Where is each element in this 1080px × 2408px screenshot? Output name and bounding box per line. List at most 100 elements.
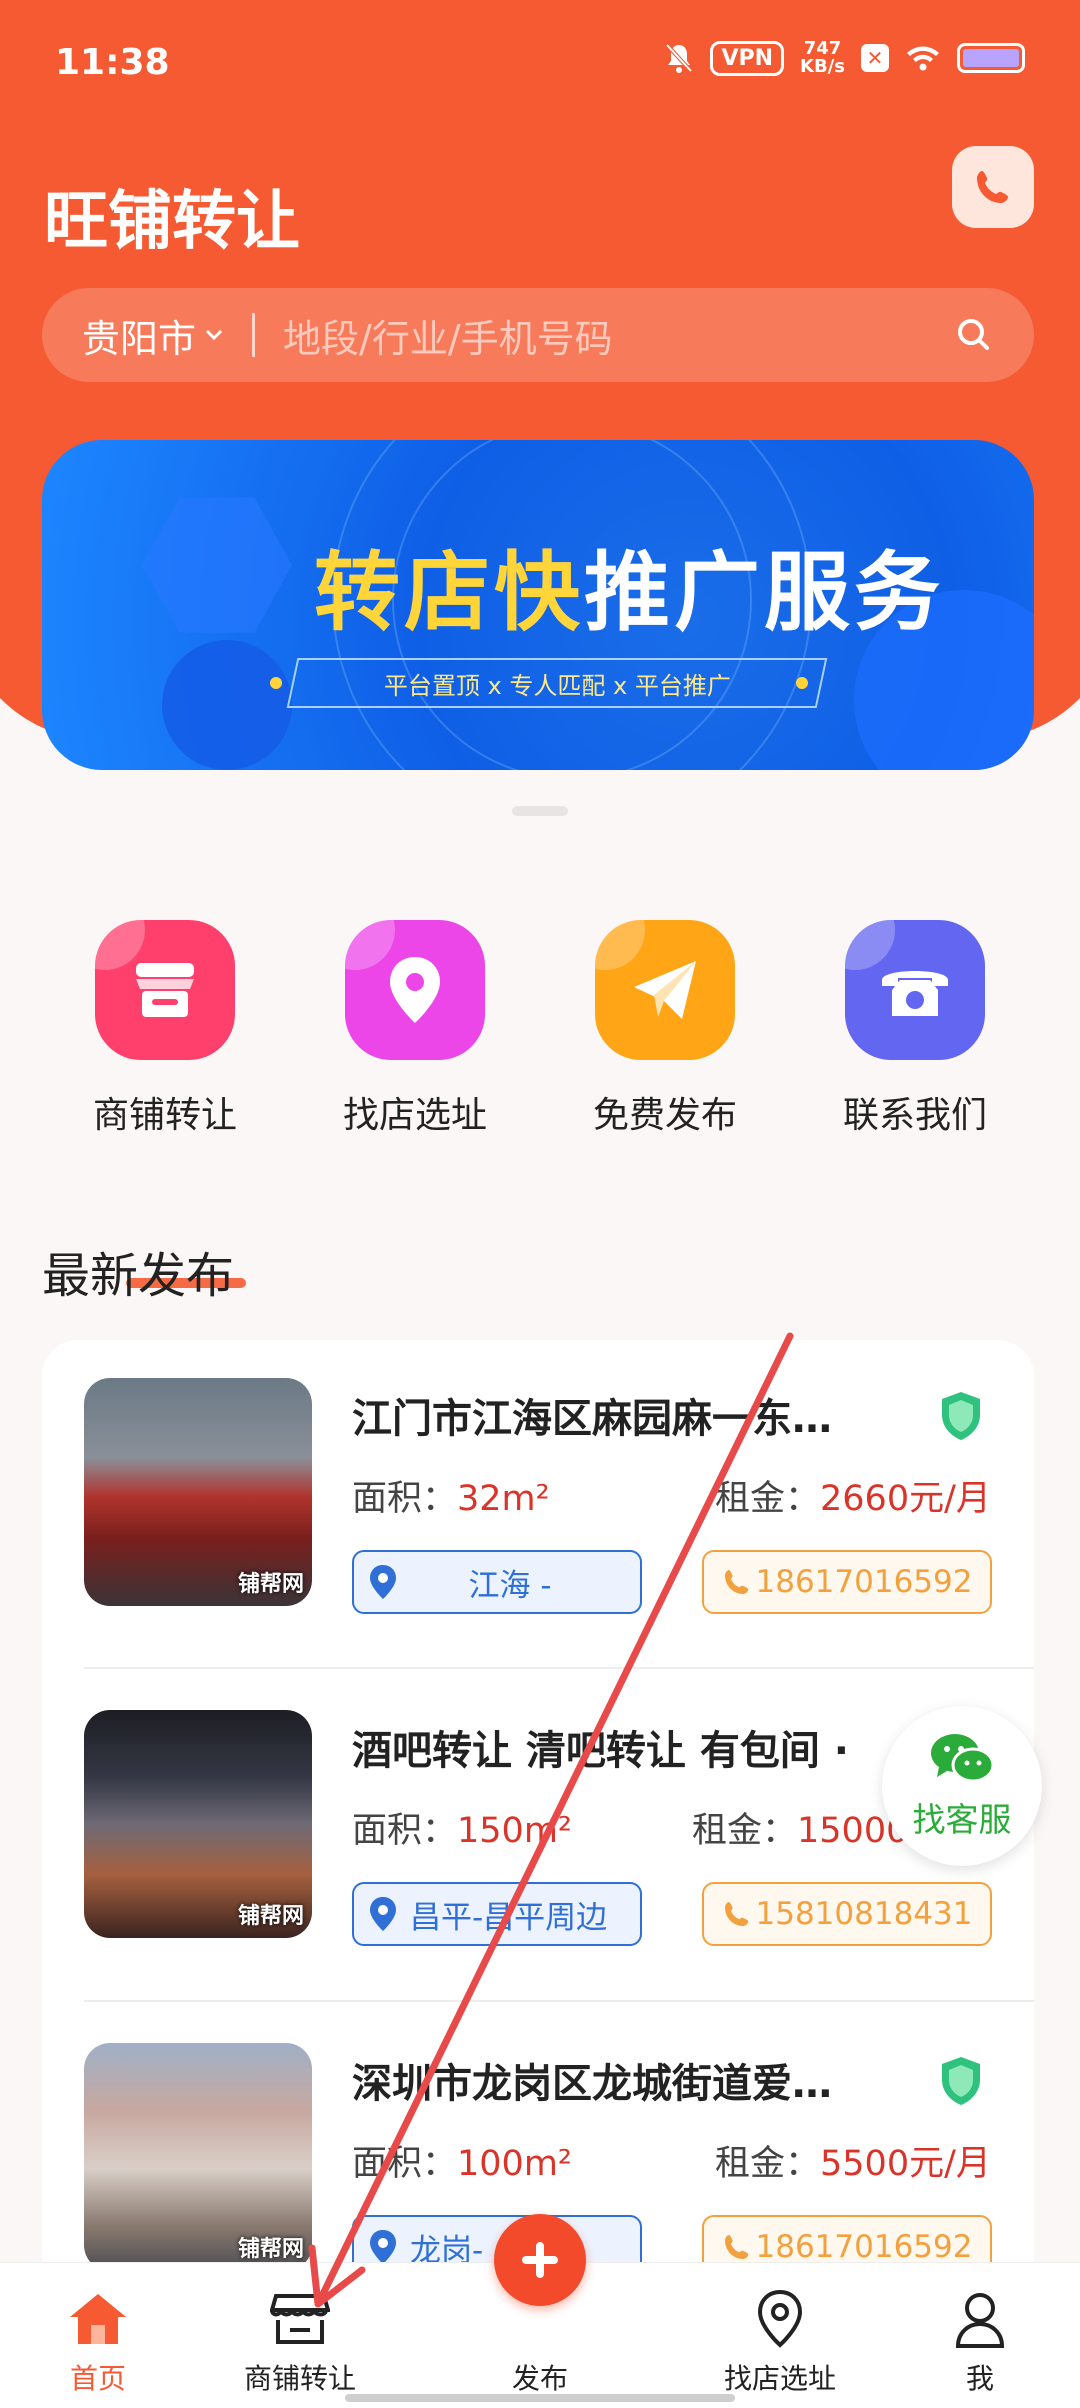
quick-label: 商铺转让 (92, 1095, 237, 1136)
thumbnail-watermark: 铺帮网 (237, 1572, 304, 1597)
nav-home[interactable]: 首页 (8, 2263, 188, 2408)
vpn-badge: VPN (710, 40, 785, 76)
thumbnail-watermark: 铺帮网 (237, 2237, 304, 2262)
quick-label: 免费发布 (592, 1095, 737, 1136)
list-item[interactable]: 铺帮网 江门市江海区麻园麻一东… 面积：32m² 租金：2660元/月 江海 -… (42, 1340, 992, 1670)
listing-title[interactable]: 酒吧转让 清吧转让 有包间 · (352, 1718, 912, 1776)
location-tag[interactable]: 江海 - (352, 1550, 642, 1614)
city-selector[interactable]: 贵阳市 (82, 308, 224, 363)
network-speed: 747 KB/s (800, 40, 845, 76)
thumbnail-watermark: 铺帮网 (237, 1904, 304, 1929)
nav-find[interactable]: 找店选址 (690, 2263, 870, 2408)
area-value: 150m² (457, 1811, 572, 1851)
call-button[interactable] (952, 146, 1034, 228)
banner-headline-highlight: 转店快 (314, 543, 584, 643)
area-label: 面积： (352, 2144, 458, 2184)
banner-tagline-text: 平台置顶 x 专人匹配 x 平台推广 (383, 671, 731, 700)
paper-plane-icon (595, 920, 735, 1060)
telephone-icon (845, 920, 985, 1060)
phone-number: 15810818431 (755, 1896, 973, 1932)
area-label: 面积： (352, 1479, 458, 1519)
location-pin-icon (345, 920, 485, 1060)
quick-shop-transfer[interactable]: 商铺转让 (65, 920, 265, 1138)
section-title: 最新发布 (42, 1248, 235, 1304)
location-pin-icon (370, 2230, 396, 2264)
battery-icon (957, 43, 1025, 73)
search-input[interactable]: 地段/行业/手机号码 (283, 308, 954, 363)
nav-me[interactable]: 我 (890, 2263, 1070, 2408)
location-tag[interactable]: 昌平-昌平周边 (352, 1882, 642, 1946)
store-icon (270, 2294, 330, 2344)
listing-thumbnail[interactable]: 铺帮网 (84, 1378, 312, 1606)
location-pin-icon (757, 2289, 803, 2348)
location-pin-icon (370, 1897, 396, 1931)
quick-contact-us[interactable]: 联系我们 (815, 920, 1015, 1138)
search-bar[interactable]: 贵阳市 地段/行业/手机号码 (42, 288, 1034, 382)
banner-headline: 转店快推广服务 (314, 522, 944, 647)
x-app-icon: ✕ (861, 44, 889, 72)
wifi-icon (907, 46, 939, 71)
location-text: 昌平-昌平周边 (410, 1899, 608, 1936)
area-label: 面积： (352, 1811, 458, 1851)
city-name: 贵阳市 (82, 316, 197, 361)
listing-area: 面积：100m² (352, 2135, 572, 2186)
home-indicator (345, 2394, 735, 2402)
listing-rent: 租金：5500元/月 (715, 2135, 991, 2186)
nav-home-label: 首页 (69, 2362, 126, 2395)
rent-value: 2660元/月 (820, 1479, 991, 1519)
publish-button[interactable] (494, 2214, 586, 2306)
area-value: 100m² (457, 2144, 572, 2184)
phone-number: 18617016592 (755, 1564, 973, 1600)
status-bar: 11:38 VPN 747 KB/s ✕ (0, 0, 1080, 120)
listing-thumbnail[interactable]: 铺帮网 (84, 2043, 312, 2271)
customer-service-button[interactable]: 找客服 (882, 1706, 1042, 1866)
banner-hexagon (142, 497, 292, 633)
status-time: 11:38 (55, 42, 170, 83)
quick-label: 找店选址 (342, 1095, 487, 1136)
quick-free-publish[interactable]: 免费发布 (565, 920, 765, 1138)
mute-bell-icon (665, 43, 693, 73)
chevron-down-icon (205, 329, 223, 341)
area-value: 32m² (457, 1479, 550, 1519)
search-divider (252, 313, 256, 357)
list-item[interactable]: 铺帮网 酒吧转让 清吧转让 有包间 · 面积：150m² 租金：15000 昌平… (42, 1672, 992, 2002)
quick-menu: 商铺转让 找店选址 免费发布 联系我们 (0, 920, 1080, 1138)
carousel-indicator (512, 806, 568, 816)
rent-label: 租金： (715, 2144, 821, 2184)
listing-area: 面积：32m² (352, 1470, 550, 1521)
rent-value: 5500元/月 (820, 2144, 991, 2184)
phone-icon (724, 1902, 748, 1926)
listing-title[interactable]: 深圳市龙岗区龙城街道爱… (352, 2051, 912, 2109)
banner-circle (162, 640, 292, 770)
page-title: 旺铺转让 (44, 185, 300, 259)
nav-shops-label: 商铺转让 (243, 2362, 356, 2395)
wechat-icon (931, 1734, 995, 1783)
listing-rent: 租金：2660元/月 (715, 1470, 991, 1521)
listing-thumbnail[interactable]: 铺帮网 (84, 1710, 312, 1938)
promo-banner[interactable]: 转店快推广服务 平台置顶 x 专人匹配 x 平台推广 (42, 440, 1034, 770)
banner-dot (796, 677, 808, 689)
listing-title[interactable]: 江门市江海区麻园麻一东… (352, 1386, 912, 1444)
store-icon (95, 920, 235, 1060)
listing-area: 面积：150m² (352, 1802, 572, 1853)
quick-label: 联系我们 (842, 1095, 987, 1136)
phone-tag[interactable]: 15810818431 (702, 1882, 992, 1946)
location-text: 江海 - (468, 1567, 552, 1604)
location-pin-icon (370, 1565, 396, 1599)
home-icon (70, 2294, 126, 2344)
plus-icon (522, 2242, 558, 2278)
phone-icon (977, 171, 1008, 203)
nav-publish-label: 发布 (511, 2362, 568, 2395)
quick-find-location[interactable]: 找店选址 (315, 920, 515, 1138)
phone-number: 18617016592 (755, 2229, 973, 2265)
phone-tag[interactable]: 18617016592 (702, 1550, 992, 1614)
phone-icon (724, 1570, 748, 1594)
speed-unit: KB/s (800, 56, 845, 77)
listing-divider (84, 2000, 1034, 2002)
rent-label: 租金： (715, 1479, 821, 1519)
nav-shops[interactable]: 商铺转让 (210, 2263, 390, 2408)
user-icon (955, 2293, 1005, 2348)
search-icon[interactable] (954, 315, 994, 355)
banner-headline-rest: 推广服务 (584, 543, 944, 643)
nav-find-label: 找店选址 (723, 2362, 836, 2395)
